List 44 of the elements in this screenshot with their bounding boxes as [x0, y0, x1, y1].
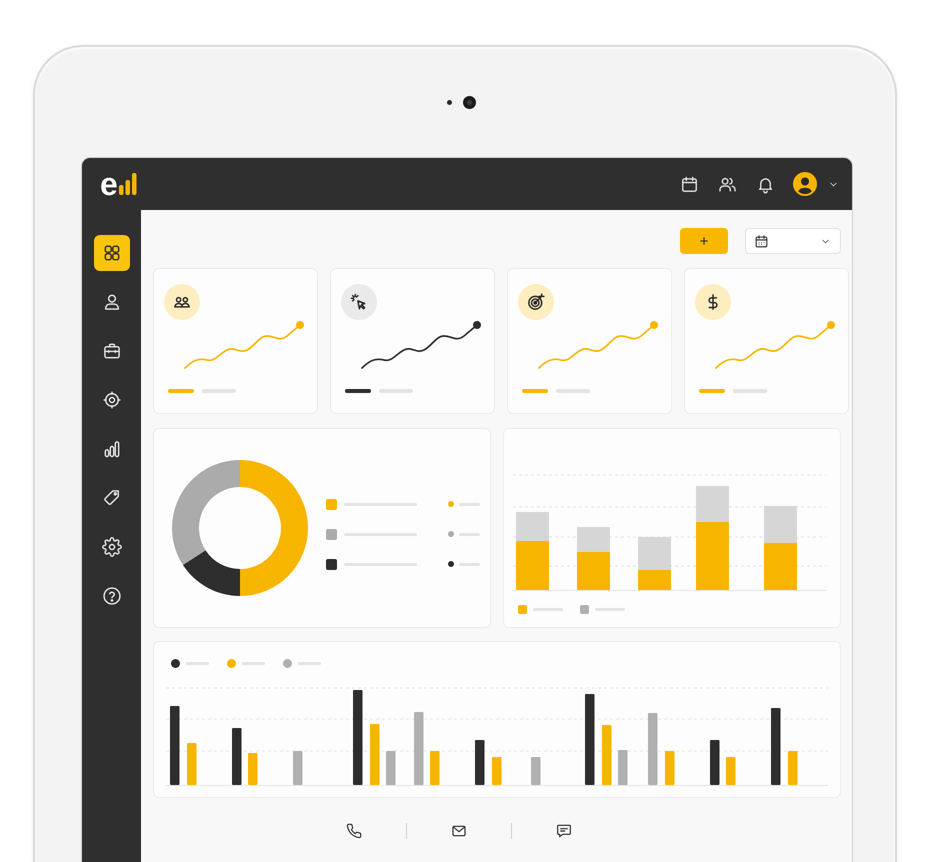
- tag-icon: [102, 488, 122, 508]
- calendar-icon[interactable]: [680, 174, 699, 194]
- logo[interactable]: e: [100, 168, 137, 200]
- sensor-dot-icon: [446, 100, 452, 105]
- phone-icon[interactable]: [346, 823, 362, 839]
- bar: [788, 751, 798, 785]
- front-camera-icon: [462, 96, 476, 109]
- dollar-icon: [695, 284, 731, 320]
- cursor-click-icon: [341, 284, 377, 320]
- target-icon: [102, 390, 122, 410]
- help-icon: [102, 586, 122, 606]
- legend-dot-icon: [448, 501, 454, 507]
- bar: [370, 724, 380, 785]
- mail-icon[interactable]: [451, 823, 467, 839]
- legend-dot-icon: [448, 561, 454, 567]
- briefcase-icon: [102, 341, 122, 361]
- bar: [710, 740, 720, 785]
- date-range-dropdown[interactable]: [745, 228, 841, 254]
- people-icon: [164, 284, 200, 320]
- bar-segment: [764, 543, 797, 590]
- avatar-icon[interactable]: [793, 172, 817, 196]
- bar: [293, 751, 302, 785]
- bar: [248, 753, 258, 785]
- bar: [386, 751, 396, 785]
- bar: [232, 728, 242, 785]
- legend-dot-icon: [448, 531, 454, 537]
- bar: [602, 725, 612, 785]
- bar: [531, 757, 540, 785]
- bar-chart-icon: [102, 439, 122, 459]
- chat-icon[interactable]: [556, 823, 572, 839]
- bar: [492, 757, 502, 785]
- bar: [187, 743, 196, 785]
- bar: [665, 751, 674, 785]
- settings-icon: [102, 537, 122, 557]
- grid-icon: [102, 243, 122, 263]
- sidebar-item[interactable]: [94, 235, 130, 271]
- bar: [430, 751, 440, 785]
- bullseye-icon: [518, 284, 554, 320]
- bar: [618, 750, 628, 785]
- bar: [475, 740, 484, 785]
- add-button[interactable]: +: [680, 228, 728, 254]
- bar: [726, 757, 736, 785]
- bar: [648, 713, 658, 785]
- calendar-icon: [754, 234, 769, 248]
